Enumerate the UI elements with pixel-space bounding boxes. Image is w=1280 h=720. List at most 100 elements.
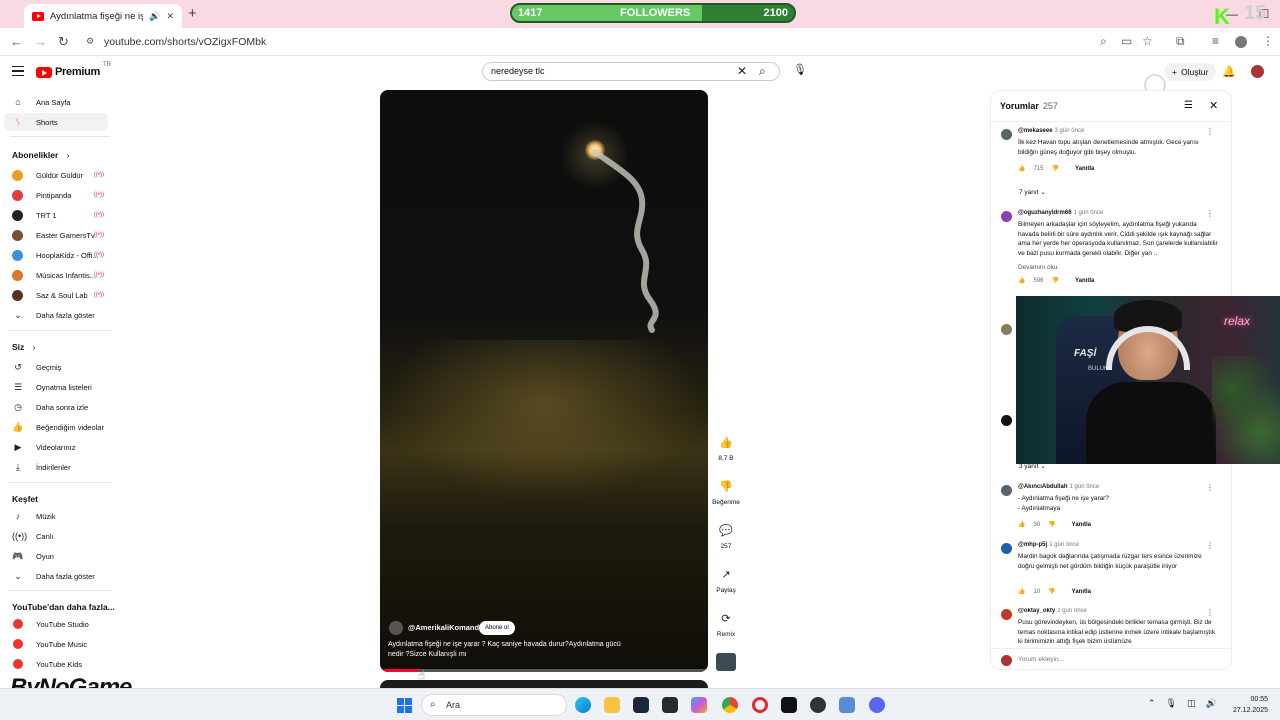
cast-icon[interactable]: ▭ <box>1121 34 1132 48</box>
folder-icon[interactable] <box>604 697 620 713</box>
notifications-bell-icon[interactable]: 🔔 <box>1222 65 1236 78</box>
sound-thumbnail[interactable] <box>716 653 736 671</box>
sidebar-item-youtube-studio[interactable]: YouTube Studio <box>4 615 108 633</box>
microphone-icon[interactable]: 🎙 <box>1166 698 1177 709</box>
sidebar-item-live[interactable]: ((•)) Canlı <box>4 527 108 545</box>
share-button[interactable]: ↗ Paylaş <box>712 568 740 594</box>
more-options-icon[interactable]: ⋮ <box>1206 608 1214 617</box>
sidebar-item-history[interactable]: ↺ Geçmiş <box>4 358 108 376</box>
browser-menu-icon[interactable]: ⋮ <box>1262 34 1274 48</box>
back-icon[interactable]: ← <box>10 34 23 49</box>
taskbar-search[interactable]: ⌕ Ara <box>421 694 567 716</box>
network-icon[interactable]: ◫ <box>1187 698 1196 709</box>
show-more-button[interactable]: ⌄ Daha fazla göster <box>4 567 108 585</box>
commenter-avatar[interactable] <box>1001 211 1012 222</box>
add-comment-bar[interactable]: Yorum ekleyin... <box>991 648 1231 669</box>
thumbs-up-icon[interactable]: 👍 <box>1018 165 1025 172</box>
hamburger-menu-icon[interactable] <box>12 66 24 76</box>
windows-start-icon[interactable] <box>397 698 412 713</box>
bookmark-star-icon[interactable]: ☆ <box>1142 34 1153 48</box>
reply-button[interactable]: Yanıtla <box>1072 589 1091 595</box>
speaker-icon[interactable]: 🔊 <box>149 11 160 22</box>
sidebar-item-youtube-kids[interactable]: YouTube Kids <box>4 655 108 673</box>
create-button[interactable]: + Oluştur <box>1164 63 1217 81</box>
capcut-icon[interactable] <box>781 697 797 713</box>
chrome-icon[interactable] <box>722 697 738 713</box>
thumbs-down-icon[interactable]: 👎 <box>1052 165 1059 172</box>
sidebar-item-downloads[interactable]: ⤓ İndirilenler <box>4 458 108 476</box>
edge-icon[interactable] <box>575 697 591 713</box>
youtube-premium-logo[interactable]: Premium TR <box>36 62 111 78</box>
comment-author[interactable]: @AkıncıAbdullah <box>1018 484 1068 490</box>
taskbar-clock[interactable]: 00:55 27.12.2025 <box>1228 694 1268 716</box>
reply-button[interactable]: Yanıtla <box>1075 278 1094 284</box>
shorts-video-player[interactable]: @AmerikaliKomando Abone ol Aydınlatma fi… <box>380 90 708 672</box>
like-button[interactable]: 👍 8,7 B <box>712 436 740 462</box>
opera-icon[interactable] <box>752 697 768 713</box>
commenter-avatar[interactable] <box>1001 324 1012 335</box>
search-input[interactable]: neredeyse tlc <box>482 62 780 81</box>
commenter-avatar[interactable] <box>1001 543 1012 554</box>
sort-icon[interactable]: ☰ <box>1184 100 1193 111</box>
sidebar-item-subscription[interactable]: Güldür Güldür ((•)) <box>4 166 108 184</box>
more-options-icon[interactable]: ⋮ <box>1206 209 1214 218</box>
thumbs-up-icon[interactable]: 👍 <box>1018 588 1025 595</box>
copilot-icon[interactable] <box>691 697 707 713</box>
more-options-icon[interactable]: ⋮ <box>1206 483 1214 492</box>
new-tab-button[interactable]: + <box>188 5 197 22</box>
commenter-avatar[interactable] <box>1001 129 1012 140</box>
sidebar-item-liked-videos[interactable]: 👍 Beğendiğim videolar <box>4 418 108 436</box>
site-info-icon[interactable]: ⚙ <box>86 36 94 47</box>
app-icon[interactable] <box>810 697 826 713</box>
sidebar-item-playlists[interactable]: ☰ Oynatma listeleri <box>4 378 108 396</box>
commenter-avatar[interactable] <box>1001 485 1012 496</box>
comments-button[interactable]: 💬 257 <box>712 524 740 550</box>
tool-icon[interactable] <box>839 697 855 713</box>
browser-tab[interactable]: Aydınlatma fişeği ne işe yarar 🔊 ✕ <box>24 4 182 28</box>
video-progress-bar[interactable] <box>380 669 708 672</box>
sidebar-item-watch-later[interactable]: ◷ Daha sonra izle <box>4 398 108 416</box>
subscriptions-heading[interactable]: Abonelikler › <box>12 150 70 160</box>
channel-avatar[interactable] <box>389 621 403 635</box>
address-bar[interactable]: ⚙ youtube.com/shorts/vOZigxFOMbk <box>80 31 1135 53</box>
sidebar-item-gaming[interactable]: 🎮 Oyun <box>4 547 108 565</box>
channel-name[interactable]: @AmerikaliKomando <box>408 623 484 632</box>
reload-icon[interactable]: ↻ <box>58 34 69 50</box>
comment-author[interactable]: @mhp-p5j <box>1018 542 1047 548</box>
show-more-button[interactable]: ⌄ Daha fazla göster <box>4 306 108 324</box>
sidebar-item-music[interactable]: ♪ Müzik <box>4 507 108 525</box>
remix-button[interactable]: ⟳ Remix <box>712 612 740 638</box>
sidebar-item-shorts[interactable]: ᛊ Shorts <box>4 113 108 131</box>
profile-icon[interactable] <box>1235 36 1247 48</box>
video-title[interactable]: Aydınlatma fişeği ne işe yarar ? Kaç san… <box>388 640 638 660</box>
reply-button[interactable]: Yanıtla <box>1075 166 1094 172</box>
view-replies-button[interactable]: 7 yanıt ⌄ <box>1019 188 1046 196</box>
dislike-button[interactable]: 👎 Beğenme <box>712 480 740 506</box>
thumbs-down-icon[interactable]: 👎 <box>1052 277 1059 284</box>
microphone-icon[interactable]: 🎙 <box>793 63 807 76</box>
zoom-icon[interactable]: ⌕ <box>1100 34 1107 49</box>
sidebar-item-home[interactable]: ⌂ Ana Sayfa <box>4 93 108 111</box>
clear-search-icon[interactable]: ✕ <box>737 64 747 78</box>
sidebar-item-subscription[interactable]: TRT 1 ((•)) <box>4 206 108 224</box>
sidebar-item-subscription[interactable]: Pintipanda ((•)) <box>4 186 108 204</box>
close-tab-icon[interactable]: ✕ <box>166 11 174 22</box>
subscribe-button[interactable]: Abone ol <box>479 621 515 635</box>
close-icon[interactable]: ✕ <box>1209 99 1218 112</box>
tray-chevron-icon[interactable]: ⌃ <box>1148 698 1156 709</box>
you-heading[interactable]: Siz › <box>12 342 36 352</box>
sidebar-item-subscription[interactable]: Saz & Soul Lab ((•)) <box>4 286 108 304</box>
reply-button[interactable]: Yanıtla <box>1072 522 1091 528</box>
epic-icon[interactable] <box>662 697 678 713</box>
search-icon[interactable]: ⌕ <box>759 64 766 79</box>
thumbs-up-icon[interactable]: 👍 <box>1018 277 1025 284</box>
sidebar-item-subscription[interactable]: Músicas Infantis... ((•)) <box>4 266 108 284</box>
more-options-icon[interactable]: ⋮ <box>1206 127 1214 136</box>
thumbs-down-icon[interactable]: 👎 <box>1048 588 1055 595</box>
sidebar-item-your-videos[interactable]: ▶ Videolarınız <box>4 438 108 456</box>
thumbs-up-icon[interactable]: 👍 <box>1018 521 1025 528</box>
sidebar-item-subscription[interactable]: Easter GamersTv ((•)) <box>4 226 108 244</box>
account-avatar[interactable] <box>1250 64 1265 79</box>
read-more-link[interactable]: Devamını oku <box>1018 263 1218 273</box>
thumbs-down-icon[interactable]: 👎 <box>1048 521 1055 528</box>
